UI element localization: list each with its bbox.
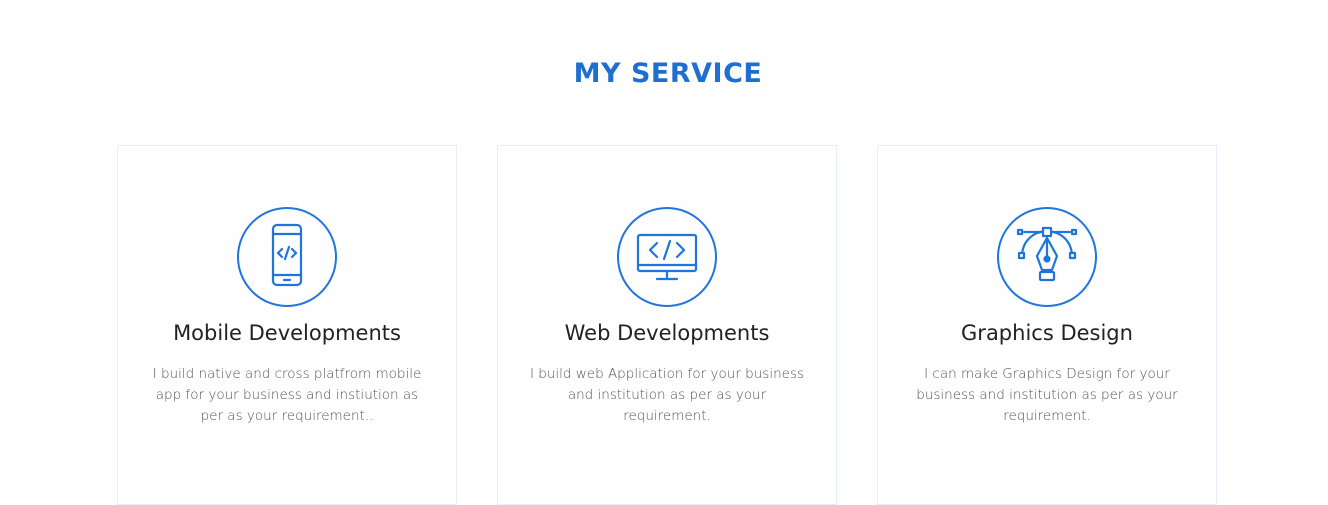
card-description: I can make Graphics Design for your busi… (916, 366, 1178, 424)
service-card-graphics[interactable]: Graphics Design I can make Graphics Desi… (877, 145, 1217, 505)
monitor-code-icon (617, 207, 717, 307)
card-title: Graphics Design (961, 321, 1133, 345)
mobile-code-icon (237, 207, 337, 307)
section-title: MY SERVICE (573, 58, 763, 89)
pen-tool-icon (997, 207, 1097, 307)
card-title: Mobile Developments (173, 321, 401, 345)
card-description: I build native and cross platfrom mobile… (152, 366, 422, 424)
service-card-web[interactable]: Web Developments I build web Application… (497, 145, 837, 505)
service-card-mobile[interactable]: Mobile Developments I build native and c… (117, 145, 457, 505)
card-description: I build web Application for your busines… (529, 366, 805, 424)
card-title: Web Developments (564, 321, 770, 345)
